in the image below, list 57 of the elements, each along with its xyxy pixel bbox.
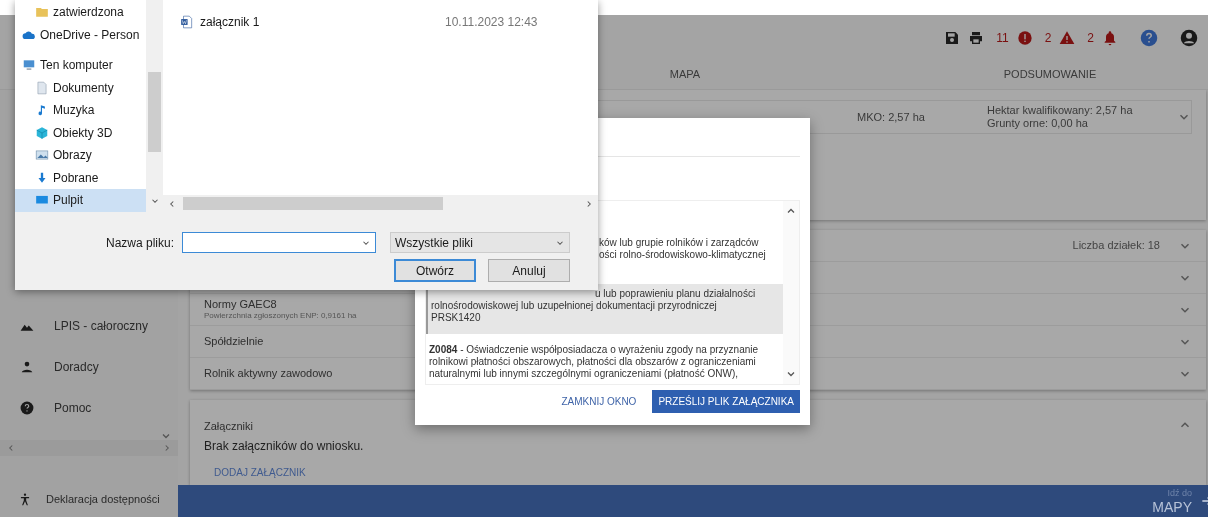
horizontal-scrollbar[interactable] [163, 195, 598, 212]
cube-icon [35, 125, 49, 140]
tab[interactable]: MAPA [635, 60, 735, 89]
file-row[interactable]: załącznik 1 10.11.2023 12:43 [180, 13, 598, 31]
sidebar-item[interactable]: Pomoc [0, 387, 178, 428]
file-type-dropdown[interactable]: Wszystkie pliki [390, 232, 570, 253]
section-title: Rolnik aktywny zawodowo [204, 367, 333, 380]
empty-message: Brak załączników do wniosku. [204, 437, 365, 455]
go-to-map-link[interactable]: Idź do MAPY [1152, 487, 1192, 515]
section-subtitle: Powierzchnia zgłoszonych ENP: 0,9161 ha [204, 311, 357, 321]
nav-item[interactable]: Obiekty 3D [15, 121, 146, 144]
dialog-button[interactable]: Otwórz [394, 259, 476, 282]
folder-icon [35, 5, 49, 20]
print-icon [968, 29, 985, 46]
vertical-scrollbar[interactable] [783, 201, 799, 384]
nav-item[interactable]: Dokumenty [15, 76, 146, 99]
save-icon [944, 29, 961, 46]
nav-item[interactable]: Obrazy [15, 144, 146, 167]
list-option[interactable]: u lub poprawieniu planu działalności rolnośrodowiskowej lub uzupełnionej dokumentacji przyrodniczej PRSK1420 [426, 283, 783, 334]
horizontal-scrollbar[interactable] [0, 440, 178, 456]
person-icon [20, 359, 34, 374]
count-label: 11 [996, 29, 1009, 47]
account-icon[interactable] [1180, 28, 1198, 47]
detail-text: Hektar kwalifikowany: 2,57 ha [987, 104, 1134, 117]
bell-icon[interactable] [1102, 29, 1118, 46]
section-title: Normy GAEC8 [204, 298, 277, 311]
detail-text: Grunty orne: 0,00 ha [987, 117, 1089, 130]
nav-item[interactable]: OneDrive - Person [15, 23, 146, 46]
nav-item[interactable]: Pobrane [15, 166, 146, 189]
nav-item[interactable]: Pulpit [15, 189, 146, 212]
nav-item[interactable]: Ten komputer [15, 54, 146, 77]
field-label: Nazwa pliku: [105, 234, 174, 252]
section-title: Spółdzielnie [204, 335, 264, 348]
upload-button[interactable]: PRZEŚLIJ PLIK ZAŁĄCZNIKA [652, 390, 800, 413]
error-icon[interactable] [1016, 29, 1033, 46]
parcel-count: Liczba działek: 18 [1072, 238, 1160, 254]
accessibility-icon [18, 492, 32, 507]
tab[interactable]: PODSUMOWANIE [990, 60, 1110, 89]
sidebar-item[interactable]: LPIS - całoroczny [0, 305, 178, 346]
count-label: 2 [1087, 29, 1094, 47]
nav-item[interactable]: zatwierdzona [15, 1, 146, 24]
help-icon [20, 400, 34, 415]
picture-icon [35, 148, 49, 163]
help-icon[interactable] [1140, 28, 1158, 47]
sidebar-item[interactable]: Deklaracja dostępności [0, 482, 164, 517]
computer-icon [22, 58, 36, 73]
close-button[interactable]: ZAMKNIJ OKNO [555, 390, 643, 413]
dialog-button[interactable]: Anuluj [488, 259, 570, 282]
warning-icon[interactable] [1059, 29, 1076, 46]
document-icon [35, 80, 49, 95]
word-document-icon [180, 15, 194, 29]
count-label: 2 [1044, 29, 1052, 47]
section-title: Załączniki [204, 419, 254, 434]
file-name-field[interactable] [182, 232, 376, 253]
nav-item[interactable]: Muzyka [15, 99, 146, 122]
sidebar-item[interactable]: Doradcy [0, 346, 178, 387]
area-text: MKO: 2,57 ha [857, 109, 926, 125]
